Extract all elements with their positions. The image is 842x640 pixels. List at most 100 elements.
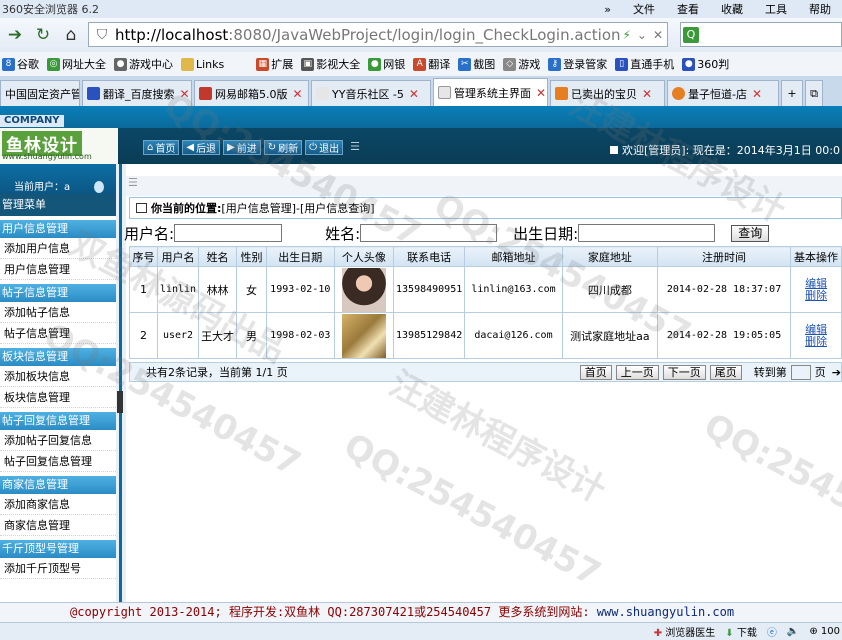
birth-input[interactable]: [578, 224, 716, 242]
fav-login[interactable]: ⚷ 登录管家: [546, 56, 613, 72]
refresh-button[interactable]: ↻ 刷新: [263, 140, 303, 155]
fav-sites[interactable]: ◎ 网址大全: [45, 56, 112, 72]
ie-icon[interactable]: ⓔ: [767, 624, 777, 639]
taobao-icon: [555, 87, 568, 100]
back-icon[interactable]: ➔: [2, 22, 28, 48]
fav-movies[interactable]: ▣ 影视大全: [299, 56, 366, 72]
fav-games[interactable]: ● 游戏中心: [112, 56, 179, 72]
fav-gaming[interactable]: ◇ 游戏: [501, 56, 546, 72]
tab-admin[interactable]: 管理系统主界面 ✕: [433, 78, 548, 106]
col-ops: 基本操作: [790, 246, 842, 267]
home-icon[interactable]: ⌂: [58, 22, 84, 48]
menu-item[interactable]: 帖子回复信息管理: [0, 451, 116, 472]
menu-group-header[interactable]: 帖子信息管理: [0, 284, 116, 302]
shield-icon: ⛉: [96, 26, 108, 43]
fav-360[interactable]: ● 360判: [680, 56, 735, 72]
next-page-button[interactable]: 下一页: [662, 364, 706, 380]
fav-links[interactable]: Links: [179, 57, 230, 71]
edit-link[interactable]: 编辑: [793, 277, 839, 290]
delete-link[interactable]: 删除: [793, 289, 839, 302]
search-box[interactable]: Q: [680, 22, 842, 47]
forward-button[interactable]: ▶ 前进: [223, 140, 261, 155]
fav-extensions[interactable]: ▦ 扩展: [254, 56, 299, 72]
menu-file[interactable]: 文件: [622, 1, 666, 17]
chevron-down-icon[interactable]: ⌄: [637, 28, 647, 42]
edit-link[interactable]: 编辑: [793, 323, 839, 336]
tab-asset[interactable]: 中国固定资产管理✕: [0, 80, 80, 106]
menu-item[interactable]: 添加用户信息: [0, 238, 116, 259]
chevron-double-right-icon[interactable]: »: [593, 3, 622, 16]
delete-link[interactable]: 删除: [793, 335, 839, 348]
speaker-icon[interactable]: 🔈: [787, 626, 799, 637]
menu-item[interactable]: 商家信息管理: [0, 515, 116, 536]
first-page-button[interactable]: 首页: [579, 364, 612, 380]
url-host: http://localhost: [115, 25, 229, 44]
menu-tools[interactable]: 工具: [754, 1, 798, 17]
menu-group-header[interactable]: 千斤顶型号管理: [0, 540, 116, 558]
baidu-icon: [87, 87, 100, 100]
close-tab-icon[interactable]: ✕: [752, 87, 762, 101]
prev-page-button[interactable]: 上一页: [615, 364, 659, 380]
new-tab-button[interactable]: +: [781, 80, 803, 106]
menu-item[interactable]: 用户信息管理: [0, 259, 116, 280]
menu-item[interactable]: 添加帖子回复信息: [0, 430, 116, 451]
restore-tab-button[interactable]: ⧉: [805, 80, 823, 106]
footer-link[interactable]: www.shuangyulin.com: [597, 605, 734, 619]
fav-google[interactable]: 8 谷歌: [0, 56, 45, 72]
logout-button[interactable]: ⏻ 退出: [305, 140, 344, 155]
zoom-level[interactable]: ⊕ 100: [809, 626, 840, 637]
menu-item[interactable]: 添加帖子信息: [0, 302, 116, 323]
menu-item[interactable]: 添加板块信息: [0, 366, 116, 387]
close-tab-icon[interactable]: ✕: [536, 86, 546, 100]
menu-group-header[interactable]: 板块信息管理: [0, 348, 116, 366]
username-input[interactable]: [174, 224, 283, 242]
menu-favorites[interactable]: 收藏: [710, 1, 754, 17]
download-icon: ⬇: [725, 628, 734, 639]
menu-item[interactable]: 添加千斤顶型号: [0, 558, 116, 579]
goto-page-input[interactable]: [790, 364, 811, 380]
fav-translate[interactable]: A 翻译: [411, 56, 456, 72]
tab-yy[interactable]: YY音乐社区 -5 ✕: [311, 80, 431, 106]
film-icon: ▣: [301, 57, 315, 71]
close-icon[interactable]: ✕: [653, 28, 663, 42]
go-arrow-icon[interactable]: ➔: [832, 366, 841, 379]
tab-quantum[interactable]: 量子恒道-店 ✕: [667, 80, 779, 106]
menu-group-header[interactable]: 用户信息管理: [0, 220, 116, 238]
menu-group: 帖子回复信息管理 添加帖子回复信息 帖子回复信息管理: [0, 412, 116, 472]
tab-163mail[interactable]: 网易邮箱5.0版 ✕: [194, 80, 309, 106]
menu-group-header[interactable]: 商家信息管理: [0, 476, 116, 494]
close-tab-icon[interactable]: ✕: [180, 87, 190, 101]
tab-sold[interactable]: 已卖出的宝贝 ✕: [550, 80, 665, 106]
menu-item[interactable]: 板块信息管理: [0, 387, 116, 408]
360-icon: ●: [682, 57, 696, 71]
menu-help[interactable]: 帮助: [798, 1, 842, 17]
collapse-arrow-icon[interactable]: [117, 391, 123, 413]
menu-item[interactable]: 添加商家信息: [0, 494, 116, 515]
lightning-icon[interactable]: ⚡: [622, 28, 630, 42]
query-button[interactable]: 查询: [731, 224, 770, 242]
last-page-button[interactable]: 尾页: [709, 364, 742, 380]
fav-phone[interactable]: ▯ 直通手机: [613, 56, 680, 72]
address-bar[interactable]: ⛉ http://localhost :8080/JavaWebProject/…: [88, 22, 668, 47]
browser-doctor[interactable]: ✚ 浏览器医生: [654, 624, 716, 639]
page-icon: [316, 87, 329, 100]
tab-baidu[interactable]: 翻译_百度搜索 ✕: [82, 80, 192, 106]
menu-item[interactable]: 帖子信息管理: [0, 323, 116, 344]
fav-bank[interactable]: ● 网银: [366, 56, 411, 72]
menu-view[interactable]: 查看: [666, 1, 710, 17]
toggle-icon[interactable]: ☰: [350, 140, 360, 155]
col-no: 序号: [129, 246, 158, 267]
refresh-icon[interactable]: ↻: [30, 22, 56, 48]
cell-phone: 13598490951: [393, 266, 466, 313]
search-engine-icon[interactable]: Q: [683, 26, 699, 43]
pin-icon[interactable]: [94, 181, 104, 193]
menu-group-header[interactable]: 帖子回复信息管理: [0, 412, 116, 430]
close-tab-icon[interactable]: ✕: [293, 87, 303, 101]
close-tab-icon[interactable]: ✕: [409, 87, 419, 101]
name-input[interactable]: [360, 224, 498, 242]
download[interactable]: ⬇ 下载: [725, 624, 757, 639]
home-button[interactable]: ⌂ 首页: [143, 140, 180, 155]
fav-screenshot[interactable]: ✂ 截图: [456, 56, 501, 72]
back-button[interactable]: ◀ 后退: [182, 140, 221, 155]
close-tab-icon[interactable]: ✕: [642, 87, 652, 101]
